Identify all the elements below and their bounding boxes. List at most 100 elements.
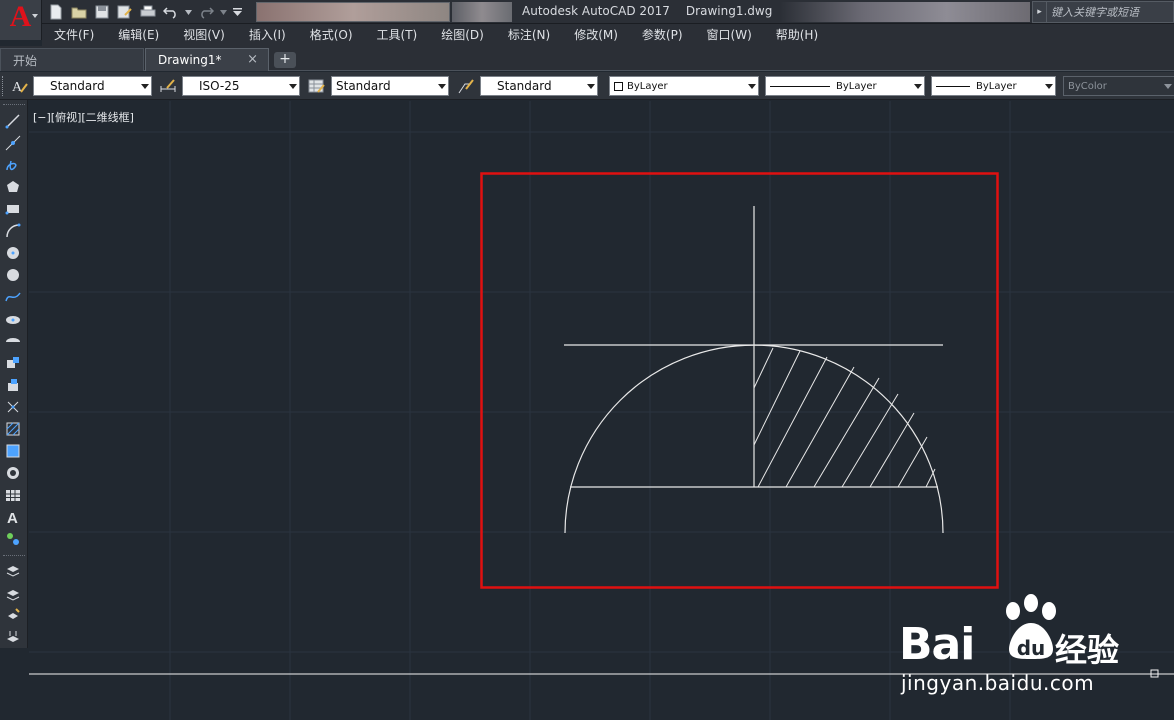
new-file-icon[interactable] [46,3,65,22]
viewport-controls-label[interactable]: [−][俯视][二维线框] [33,109,134,125]
menu-parametric[interactable]: 参数(P) [630,24,695,46]
layer-isolate-icon[interactable] [4,584,22,602]
make-block-icon[interactable] [4,376,22,394]
rectangle-icon[interactable] [4,200,22,218]
multileader-style-select[interactable]: Standard [480,76,598,96]
text-style-icon[interactable]: A [10,76,30,96]
menu-view[interactable]: 视图(V) [171,24,237,46]
save-icon[interactable] [92,3,111,22]
ellipse-arc-icon[interactable] [4,332,22,350]
dimension-style-select[interactable]: ISO-25 [182,76,300,96]
title-bar-gradient [780,2,1030,22]
chevron-down-icon [587,84,595,89]
print-icon[interactable] [138,3,157,22]
undo-dropdown-icon[interactable] [184,3,192,22]
table-style-icon[interactable] [307,76,327,96]
point-icon[interactable] [4,398,22,416]
menu-help[interactable]: 帮助(H) [764,24,830,46]
chevron-down-icon [1164,84,1172,89]
watermark-url: jingyan.baidu.com [901,671,1095,695]
chevron-down-icon [289,84,297,89]
tab-drawing1-label: Drawing1* [158,53,222,67]
open-folder-icon[interactable] [69,3,88,22]
title-bar-thumbnail-strip-2 [452,2,512,22]
gradient-icon[interactable] [4,442,22,460]
app-name: Autodesk AutoCAD 2017 [522,4,670,18]
baidu-jingyan-watermark: du Bai 经验 jingyan.baidu.com [899,591,1149,695]
drawing-geometry [564,206,944,534]
menu-tools[interactable]: 工具(T) [365,24,430,46]
hatch-pattern [753,347,936,488]
draw-toolbar: A [0,100,28,648]
dimension-style-icon[interactable] [158,76,178,96]
table-icon[interactable] [4,486,22,504]
chevron-right-icon[interactable]: ▸ [1033,2,1047,22]
ellipse-icon[interactable] [4,310,22,328]
toolbar-separator [3,555,25,556]
arc-icon[interactable] [4,222,22,240]
chevron-down-icon [32,14,38,18]
text-style-select[interactable]: Standard [33,76,152,96]
line-icon[interactable] [4,112,22,130]
redo-dropdown-icon[interactable] [219,3,227,22]
menu-modify[interactable]: 修改(M) [562,24,630,46]
document-name: Drawing1.dwg [685,4,773,18]
color-value: ByLayer [627,80,668,92]
customize-qat-icon[interactable] [231,3,243,22]
quick-access-toolbar [46,2,243,22]
toolbar-grip[interactable] [2,76,6,96]
application-menu-button[interactable]: A [0,0,42,40]
title-bar: A Autodesk AutoCAD 2017 Drawing1.dwg ▸ 键… [0,0,1174,40]
menu-format[interactable]: 格式(O) [298,24,365,46]
dimension-style-value: ISO-25 [199,79,240,93]
spline-icon[interactable] [4,288,22,306]
tab-start-label: 开始 [13,53,38,68]
search-input[interactable] [1047,5,1167,19]
svg-text:A: A [7,510,18,525]
multiline-text-icon[interactable]: A [4,508,22,526]
text-style-value: Standard [50,79,105,93]
new-tab-button[interactable]: + [274,52,296,68]
title-bar-thumbnail-strip [256,2,450,22]
redo-icon[interactable] [196,3,215,22]
plot-style-value: ByColor [1068,80,1107,92]
menu-dimension[interactable]: 标注(N) [496,24,562,46]
polyline-icon[interactable] [4,156,22,174]
chevron-down-icon [914,84,922,89]
circle-icon[interactable] [4,244,22,262]
layer-merge-icon[interactable] [4,628,22,646]
multileader-style-icon[interactable] [456,76,476,96]
layer-states-icon[interactable] [4,562,22,580]
linetype-select[interactable]: ByLayer [765,76,925,96]
lineweight-select[interactable]: ByLayer [931,76,1056,96]
color-select[interactable]: ByLayer [609,76,759,96]
menu-file[interactable]: 文件(F) [42,24,106,46]
svg-text:A: A [12,80,23,95]
table-style-select[interactable]: Standard [331,76,449,96]
file-tab-bar: 开始 Drawing1* × + [0,46,1174,71]
drawing-canvas[interactable]: [−][俯视][二维线框] du Bai 经验 jingyan.baidu.co… [29,101,1174,720]
menu-insert[interactable]: 插入(I) [237,24,298,46]
menu-edit[interactable]: 编辑(E) [106,24,171,46]
tab-start[interactable]: 开始 [0,48,144,71]
table-style-value: Standard [336,79,391,93]
close-icon[interactable]: × [247,52,258,67]
autocad-window: A Autodesk AutoCAD 2017 Drawing1.dwg ▸ 键… [0,0,1174,720]
add-selected-icon[interactable] [4,530,22,548]
menu-window[interactable]: 窗口(W) [695,24,764,46]
insert-block-icon[interactable] [4,354,22,372]
chevron-down-icon [1045,84,1053,89]
revision-cloud-icon[interactable] [4,266,22,284]
menu-draw[interactable]: 绘图(D) [429,24,496,46]
toolbar-grip[interactable] [3,104,25,105]
tab-drawing1[interactable]: Drawing1* × [145,48,269,71]
polygon-icon[interactable] [4,178,22,196]
lineweight-value: ByLayer [976,80,1017,92]
region-icon[interactable] [4,464,22,482]
construction-line-icon[interactable] [4,134,22,152]
color-swatch [614,81,623,91]
hatch-icon[interactable] [4,420,22,438]
layer-walk-icon[interactable] [4,606,22,624]
save-as-icon[interactable] [115,3,134,22]
undo-icon[interactable] [161,3,180,22]
